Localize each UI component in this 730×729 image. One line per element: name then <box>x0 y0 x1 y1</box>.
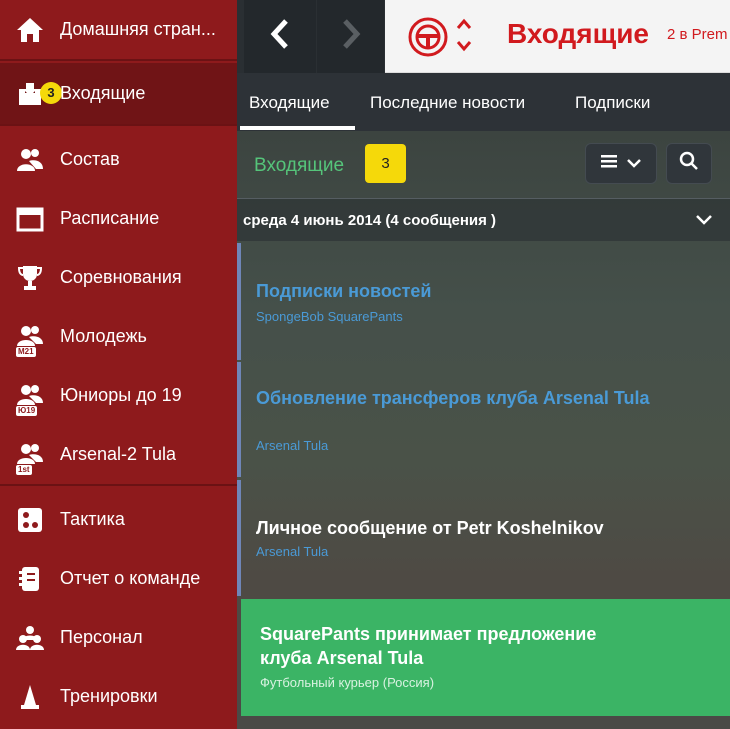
view-options-button[interactable] <box>585 143 657 184</box>
message-sender: Arsenal Tula <box>256 544 329 559</box>
sidebar-item-label: Юниоры до 19 <box>60 385 182 405</box>
sidebar-item-label: Расписание <box>60 208 160 228</box>
chevron-down-icon[interactable] <box>695 213 713 231</box>
calendar-icon <box>14 203 46 235</box>
team-tag: Ю19 <box>16 405 38 416</box>
sidebar: Домашняя стран... 3 Входящие Состав Расп… <box>0 0 237 729</box>
inbox-title: Входящие <box>254 155 345 176</box>
active-tab-indicator <box>240 126 355 130</box>
message-sender: Arsenal Tula <box>256 438 329 453</box>
sidebar-item-training[interactable]: Тренировки <box>0 667 237 726</box>
back-button[interactable] <box>244 0 316 73</box>
sidebar-item-label: Тренировки <box>60 686 158 706</box>
sidebar-item-competitions[interactable]: Соревнования <box>0 248 237 307</box>
team-tag: M21 <box>16 346 36 357</box>
staff-icon <box>14 622 46 654</box>
chevron-left-icon <box>269 18 291 55</box>
page-subtitle: 2 в Prem <box>667 26 728 43</box>
message-item[interactable]: Личное сообщение от Petr Koshelnikov Ars… <box>237 480 730 596</box>
team-tag: 1st <box>16 464 32 475</box>
sidebar-item-squad[interactable]: Состав <box>0 130 237 189</box>
home-icon <box>14 14 46 46</box>
sidebar-item-label: Персонал <box>60 627 143 647</box>
inbox-count-badge: 3 <box>365 144 406 183</box>
team-report-icon <box>14 563 46 595</box>
date-group-label: среда 4 июнь 2014 (4 сообщения ) <box>243 212 497 229</box>
tab-subscriptions[interactable]: Подписки <box>575 93 650 113</box>
sidebar-item-label: Домашняя стран... <box>60 19 216 39</box>
menu-icon <box>600 154 618 173</box>
sidebar-item-staff[interactable]: Персонал <box>0 608 237 667</box>
sidebar-item-reserve[interactable]: 1st Arsenal-2 Tula <box>0 425 237 484</box>
title-bar: Входящие 2 в Prem <box>385 0 730 73</box>
sidebar-item-label: Входящие <box>60 83 146 103</box>
chevron-down-icon <box>626 155 642 173</box>
inbox-unread-badge: 3 <box>40 81 62 104</box>
message-sender: Футбольный курьер (Россия) <box>260 675 435 690</box>
sidebar-item-tactics[interactable]: Тактика <box>0 490 237 549</box>
search-button[interactable] <box>666 143 712 184</box>
message-title: SquarePants принимает предложение клуба … <box>260 624 597 668</box>
sidebar-item-youth[interactable]: M21 Молодежь <box>0 307 237 366</box>
inbox-header: Входящие 3 <box>237 131 730 198</box>
tab-bar: Входящие Последние новости Подписки <box>237 73 730 131</box>
sidebar-item-label: Отчет о команде <box>60 568 201 588</box>
sidebar-item-home[interactable]: Домашняя стран... <box>0 0 237 59</box>
search-icon <box>679 151 699 176</box>
message-title: Обновление трансферов клуба Arsenal Tula <box>256 388 650 408</box>
tab-latest-news[interactable]: Последние новости <box>370 93 525 113</box>
forward-button[interactable] <box>317 0 384 73</box>
club-switch-icon[interactable] <box>455 16 473 59</box>
message-sender: SpongeBob SquarePants <box>256 309 403 324</box>
message-title: Подписки новостей <box>256 281 432 301</box>
sidebar-item-label: Соревнования <box>60 267 182 287</box>
message-item[interactable]: Подписки новостей SpongeBob SquarePants <box>237 243 730 360</box>
reserve-team-icon: 1st <box>14 439 46 475</box>
sidebar-item-label: Arsenal-2 Tula <box>60 444 177 464</box>
youth-team-icon: M21 <box>14 321 46 357</box>
trophy-icon <box>14 262 46 294</box>
inbox-icon: 3 <box>14 78 62 110</box>
club-crest-icon[interactable] <box>407 16 449 63</box>
tactics-icon <box>14 504 46 536</box>
page-title: Входящие <box>507 18 649 49</box>
sidebar-item-label: Тактика <box>60 509 125 529</box>
sidebar-item-inbox[interactable]: 3 Входящие <box>0 63 237 124</box>
message-title: Личное сообщение от Petr Koshelnikov <box>256 518 604 538</box>
sidebar-divider <box>0 59 237 61</box>
sidebar-item-schedule[interactable]: Расписание <box>0 189 237 248</box>
u19-team-icon: Ю19 <box>14 380 46 416</box>
date-group-header[interactable]: среда 4 июнь 2014 (4 сообщения ) <box>237 198 730 241</box>
message-item[interactable]: Обновление трансферов клуба Arsenal Tula… <box>237 362 730 477</box>
sidebar-item-label: Состав <box>60 149 120 169</box>
sidebar-item-label: Молодежь <box>60 326 147 346</box>
sidebar-divider <box>0 124 237 126</box>
message-item-selected[interactable]: SquarePants принимает предложение клуба … <box>241 599 730 716</box>
tab-inbox[interactable]: Входящие <box>249 93 330 113</box>
sidebar-item-u19[interactable]: Ю19 Юниоры до 19 <box>0 366 237 425</box>
squad-icon <box>14 144 46 176</box>
chevron-right-icon <box>340 18 362 55</box>
sidebar-divider <box>0 484 237 486</box>
training-icon <box>14 681 46 713</box>
sidebar-item-team-report[interactable]: Отчет о команде <box>0 549 237 608</box>
